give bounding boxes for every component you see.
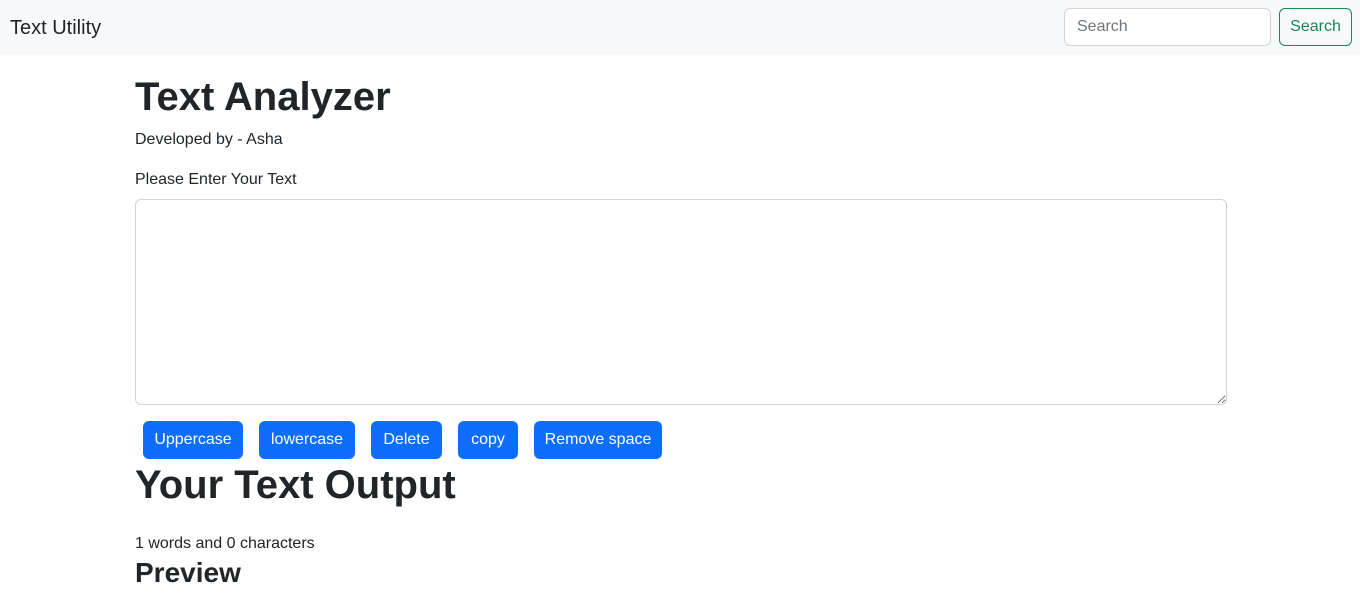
remove-space-button[interactable]: Remove space bbox=[534, 421, 662, 459]
search-input[interactable] bbox=[1064, 8, 1271, 46]
delete-button[interactable]: Delete bbox=[371, 421, 442, 459]
navbar-brand[interactable]: Text Utility bbox=[10, 15, 101, 41]
output-title: Your Text Output bbox=[135, 463, 456, 507]
navbar: Text Utility Search bbox=[0, 0, 1360, 55]
developer-credit: Developed by - Asha bbox=[135, 131, 283, 148]
preview-title: Preview bbox=[135, 557, 241, 588]
page-title: Text Analyzer bbox=[135, 75, 391, 119]
copy-button[interactable]: copy bbox=[458, 421, 518, 459]
text-stats: 1 words and 0 characters bbox=[135, 535, 315, 552]
text-input-area[interactable] bbox=[135, 199, 1227, 405]
uppercase-button[interactable]: Uppercase bbox=[143, 421, 243, 459]
lowercase-button[interactable]: lowercase bbox=[259, 421, 355, 459]
search-button[interactable]: Search bbox=[1279, 8, 1352, 46]
text-input-label: Please Enter Your Text bbox=[135, 171, 297, 188]
